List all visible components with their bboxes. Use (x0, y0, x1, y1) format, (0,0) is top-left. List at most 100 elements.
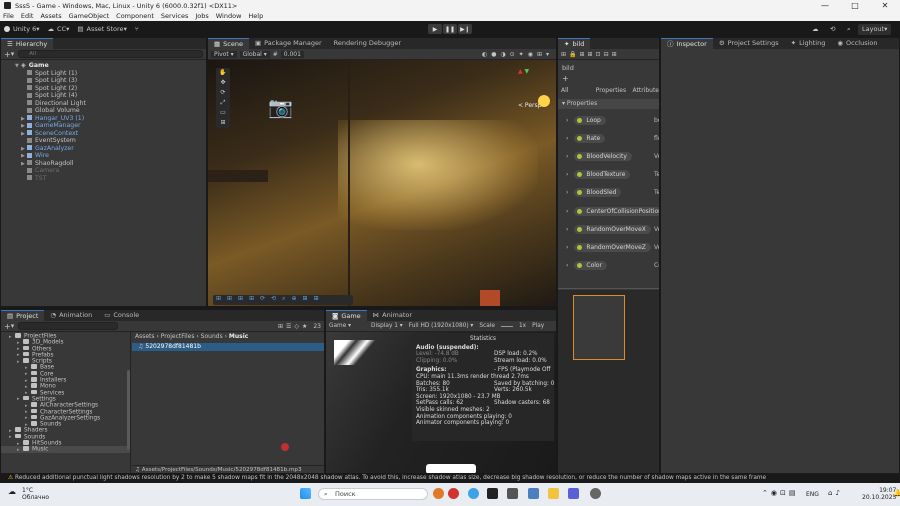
menu-services[interactable]: Services (161, 12, 188, 20)
scene-view-options[interactable]: ◐●◑⊙✦◉⊞▾ (482, 51, 553, 58)
game-mode-dropdown[interactable]: Game ▾ (329, 323, 351, 329)
property-item[interactable]: ›BloodSledTexture2D (566, 184, 659, 202)
play-button[interactable]: ▶ (428, 24, 442, 34)
expand-arrow-icon[interactable]: › (566, 208, 568, 215)
tab-hierarchy[interactable]: ☰ Hierarchy (1, 38, 54, 49)
menu-assets[interactable]: Assets (40, 12, 61, 20)
hierarchy-item[interactable]: ▶ Hangar_UV3 (1) (1, 115, 206, 123)
property-pill[interactable]: CenterOfCollisionPosition (574, 206, 659, 216)
play-focus-dropdown[interactable]: Play (532, 323, 544, 329)
global-dropdown[interactable]: Global ▾ (239, 50, 270, 58)
weather-icon[interactable]: ☁ (8, 487, 16, 496)
clock[interactable]: 19:07 20.10.2025 (862, 487, 896, 501)
asset-store-button[interactable]: ▤ Asset Store ▾ (73, 25, 130, 33)
visual-studio-icon[interactable] (528, 488, 539, 499)
project-view-options[interactable]: ⊞☰◇★ (278, 323, 310, 330)
property-pill[interactable]: BloodVelocity (574, 151, 632, 161)
menu-edit[interactable]: Edit (21, 12, 34, 20)
snap-input[interactable]: 0.001 (280, 50, 304, 58)
folder-item[interactable]: ▸ Music (1, 446, 130, 453)
tab-console[interactable]: ▭ Console (98, 310, 145, 321)
expand-arrow-icon[interactable]: › (566, 117, 568, 124)
property-pill[interactable]: RandomOverMoveZ (574, 242, 651, 252)
property-pill[interactable]: BloodTexture (574, 170, 631, 180)
expand-arrow-icon[interactable]: › (566, 244, 568, 251)
tab-project-settings[interactable]: ⚙ Project Settings (713, 38, 785, 49)
scene-viewport[interactable]: 📷 ✋ ✥ ⟳ ⤢ ▭ ⊞ ▲ ▼ < Persp ⊞⊞⊞⊞⟳⟲⌕⊕⊞⊞ (208, 60, 556, 306)
menu-gameobject[interactable]: GameObject (69, 12, 110, 20)
tab-inspector[interactable]: ⓘ Inspector (661, 38, 713, 49)
hierarchy-item[interactable]: Global Volume (1, 107, 206, 115)
console-status-bar[interactable]: ⚠ Reduced additional punctual light shad… (0, 474, 900, 483)
property-item[interactable]: ›ColorColor (566, 257, 659, 275)
taskbar-search[interactable]: ⌕ Поиск (318, 488, 428, 500)
yandex-icon[interactable] (448, 488, 459, 499)
pivot-dropdown[interactable]: Pivot ▾ (211, 50, 237, 58)
project-search-input[interactable] (18, 322, 119, 330)
breadcrumb-projectfiles[interactable]: ProjectFiles (161, 333, 195, 340)
resolution-dropdown[interactable]: Full HD (1920x1080) ▾ (409, 323, 474, 329)
cloud-services-button[interactable]: ☁ (808, 25, 823, 33)
filter-attribute[interactable]: Attribute (633, 85, 660, 97)
menu-jobs[interactable]: Jobs (195, 12, 208, 20)
camera-gizmo-icon[interactable]: 📷 (268, 95, 293, 125)
tab-game[interactable]: ◙ Game (326, 310, 367, 321)
scale-slider[interactable] (500, 325, 513, 327)
menu-file[interactable]: File (3, 12, 14, 20)
hierarchy-search-input[interactable]: All (18, 50, 203, 58)
tab-package-manager[interactable]: ▣ Package Manager (249, 38, 328, 49)
orientation-gizmo[interactable]: ▲ ▼ (518, 68, 548, 98)
close-button[interactable]: ✕ (870, 0, 900, 11)
property-item[interactable]: ›RandomOverMoveZVecto (566, 238, 659, 256)
display-dropdown[interactable]: Display 1 ▾ (371, 323, 403, 329)
tree-scrollbar[interactable] (127, 370, 130, 450)
notifications-icon[interactable]: 🔔 (893, 489, 900, 497)
expand-arrow-icon[interactable]: › (566, 135, 568, 142)
breadcrumb-assets[interactable]: Assets (135, 333, 155, 340)
breadcrumb-sounds[interactable]: Sounds (201, 333, 223, 340)
unity-hub-icon[interactable] (507, 488, 518, 499)
properties-section-header[interactable]: ▾ Properties (558, 99, 659, 109)
property-pill[interactable]: BloodSled (574, 188, 622, 198)
hierarchy-root[interactable]: ▼ ◈ Game (1, 62, 206, 70)
tab-animator[interactable]: ⋈ Animator (367, 310, 418, 321)
asset-file-row[interactable]: ♫ 5202978df81481b (132, 343, 324, 351)
hierarchy-item[interactable]: ▶ GameManager (1, 122, 206, 130)
add-object-button[interactable]: + (4, 50, 11, 59)
property-pill[interactable]: Loop (574, 115, 606, 125)
hierarchy-item[interactable]: EventSystem (1, 137, 206, 145)
tab-bild[interactable]: ✦ bild (558, 38, 591, 49)
expand-arrow-icon[interactable]: › (566, 153, 568, 160)
tab-lighting[interactable]: ✦ Lighting (785, 38, 832, 49)
network-volume-icons[interactable]: ⌂♪ (828, 489, 843, 497)
bild-add-button[interactable]: + (558, 72, 659, 85)
property-pill[interactable]: RandomOverMoveX (574, 224, 651, 234)
graph-minimap[interactable] (558, 290, 659, 473)
hierarchy-item[interactable]: Spot Light (1) (1, 70, 206, 78)
expand-arrow-icon[interactable]: › (566, 262, 568, 269)
property-pill[interactable]: Color (574, 261, 608, 271)
cloud-button[interactable]: ☁ CC ▾ (44, 25, 74, 33)
history-button[interactable]: ⟲ (826, 25, 839, 33)
bild-toolbar[interactable]: ⊞🔒⊞⊞⊡⊟⊞ (558, 49, 659, 60)
breadcrumb-music[interactable]: Music (229, 333, 248, 340)
hierarchy-item[interactable]: Directional Light (1, 100, 206, 108)
tab-occlusion[interactable]: ◉ Occlusion (831, 38, 883, 49)
filter-properties[interactable]: Properties (596, 85, 633, 97)
tab-animation[interactable]: ◔ Animation (44, 310, 98, 321)
language-indicator[interactable]: ENG (806, 491, 819, 498)
weather-widget[interactable]: 1°C Облачно (22, 487, 49, 501)
settings-app-icon[interactable] (590, 488, 601, 499)
expand-arrow-icon[interactable]: › (566, 171, 568, 178)
menu-window[interactable]: Window (216, 12, 242, 20)
account-button[interactable]: Unity 6 ▾ (0, 25, 44, 33)
menu-help[interactable]: Help (248, 12, 263, 20)
property-item[interactable]: ›RandomOverMoveXVector (566, 220, 659, 238)
telegram-icon[interactable] (468, 488, 479, 499)
property-item[interactable]: ›BloodTextureTexture2D (566, 166, 659, 184)
tray-icons[interactable]: ⌃◉⊡▤ (762, 489, 798, 497)
version-control-button[interactable]: ⑂ (131, 25, 143, 33)
hierarchy-item[interactable]: Spot Light (2) (1, 85, 206, 93)
overlay-toolbar[interactable]: ⊞⊞⊞⊞⟳⟲⌕⊕⊞⊞ (213, 295, 353, 305)
step-button[interactable]: ▶❙ (458, 24, 472, 34)
